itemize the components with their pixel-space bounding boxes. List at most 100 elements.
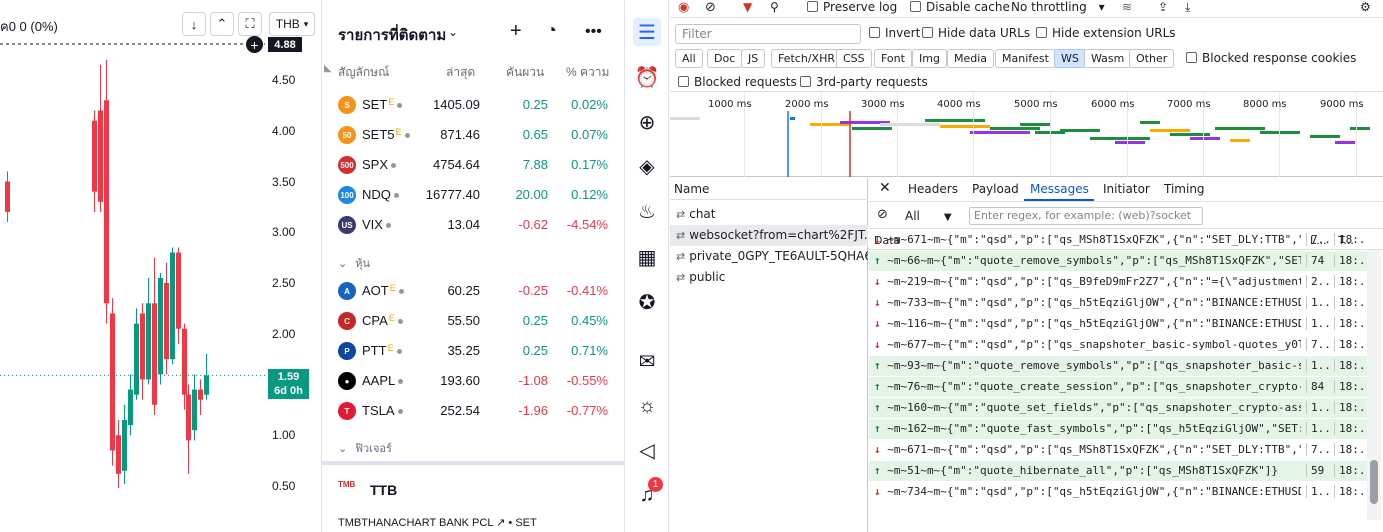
lightbulb-icon[interactable]: ✪ <box>633 288 661 316</box>
fullscreen-icon[interactable]: ⛶ <box>238 12 262 36</box>
col-symbol[interactable]: สัญลักษณ์ <box>338 63 389 82</box>
type-filter-img[interactable]: Img <box>912 49 947 68</box>
clear-icon[interactable]: ⊘ <box>705 0 716 15</box>
message-type-select[interactable]: All ▼ <box>905 209 952 223</box>
section-stocks[interactable]: ⌄ หุ้น <box>338 254 370 272</box>
request-row[interactable]: ⇄ chat <box>670 204 868 225</box>
name-header[interactable]: Name <box>670 178 868 200</box>
watchlist-row[interactable]: T TSLA 252.54 -1.96 -0.77% <box>322 396 624 426</box>
scrollbar-thumb[interactable] <box>1370 460 1378 504</box>
chat-icon[interactable]: ✉ <box>633 347 661 375</box>
currency-select[interactable]: THB ▾ <box>269 12 315 36</box>
watchlist-row[interactable]: C CPAE 55.50 0.25 0.45% <box>322 306 624 336</box>
fire-icon[interactable]: ♨ <box>633 197 661 225</box>
message-row[interactable]: ↓ ~m~733~m~{"m":"qsd","p":["qs_h5tEqziGl… <box>869 293 1367 314</box>
regex-filter-input[interactable]: Enter regex, for example: (web)?socket <box>969 207 1203 225</box>
message-row[interactable]: ↑ ~m~160~m~{"m":"quote_set_fields","p":[… <box>869 398 1367 419</box>
pie-chart-icon[interactable]: ◔ <box>546 20 557 41</box>
add-list-icon[interactable]: ⊕ <box>633 108 661 136</box>
message-row[interactable]: ↓ ~m~116~m~{"m":"qsd","p":["qs_h5tEqziGl… <box>869 314 1367 335</box>
chevron-down-icon[interactable]: ⌄ <box>448 25 458 39</box>
hide-ext-urls-checkbox[interactable]: Hide extension URLs <box>1036 26 1176 40</box>
search-icon[interactable]: ⚲ <box>770 0 779 14</box>
tab-headers[interactable]: Headers <box>908 182 958 196</box>
message-row[interactable]: ↓ ~m~677~m~{"m":"qsd","p":["qs_snapshote… <box>869 335 1367 356</box>
request-row[interactable]: ⇄ public <box>670 267 868 288</box>
watchlist-row[interactable]: 100 NDQ 16777.40 20.00 0.12% <box>322 180 624 210</box>
message-row[interactable]: ↓ ~m~219~m~{"m":"qsd","p":["qs_B9feD9mFr… <box>869 272 1367 293</box>
layers-icon[interactable]: ◈ <box>633 152 661 180</box>
tab-timing[interactable]: Timing <box>1164 182 1205 196</box>
message-row[interactable]: ↓ ~m~734~m~{"m":"qsd","p":["qs_h5tEqziGl… <box>869 482 1367 503</box>
blocked-requests-checkbox[interactable]: Blocked requests <box>678 75 797 89</box>
watchlist-row[interactable]: US VIX 13.04 -0.62 -4.54% <box>322 210 624 240</box>
request-row[interactable]: ⇄ private_0GPY_TE6AULT-5QHA6... <box>670 246 868 267</box>
disable-cache-checkbox[interactable]: Disable cache <box>910 0 1010 14</box>
import-icon[interactable]: ⇪ <box>1158 0 1168 14</box>
alarm-clock-icon[interactable]: ⏰ <box>633 63 661 91</box>
type-filter-ws[interactable]: WS <box>1054 49 1086 68</box>
chart-pane[interactable]: ค0 0 (0%) ↓ ⌃ ⛶ THB ▾ + 4.88 4.50 4.00 3.5… <box>0 0 320 532</box>
third-party-checkbox[interactable]: 3rd-party requests <box>800 75 928 89</box>
watchlist-row[interactable]: P PTTE 35.25 0.25 0.71% <box>322 336 624 366</box>
settings-gear-icon[interactable]: ⚙ <box>1360 0 1371 14</box>
type-filter-font[interactable]: Font <box>874 49 912 68</box>
network-conditions-icon[interactable]: ≋ <box>1122 0 1132 14</box>
message-row[interactable]: ↑ ~m~162~m~{"m":"quote_fast_symbols","p"… <box>869 419 1367 440</box>
message-row[interactable]: ↓ ~m~671~m~{"m":"qsd","p":["qs_MSh8T1SxQ… <box>869 440 1367 461</box>
speaker-icon[interactable]: ◁ <box>633 436 661 464</box>
calendar-icon[interactable]: ▦ <box>633 243 661 271</box>
tab-payload[interactable]: Payload <box>972 182 1019 196</box>
watchlist-icon[interactable]: ☰ <box>633 18 661 46</box>
type-filter-wasm[interactable]: Wasm <box>1084 49 1132 68</box>
type-filter-js[interactable]: JS <box>741 49 766 68</box>
filter-input[interactable]: Filter <box>675 24 861 44</box>
clear-messages-icon[interactable]: ⊘ <box>877 207 888 222</box>
tab-initiator[interactable]: Initiator <box>1103 182 1150 196</box>
symbol-name[interactable]: TTB <box>370 482 397 498</box>
message-row[interactable]: ↑ ~m~51~m~{"m":"quote_hibernate_all","p"… <box>869 461 1367 482</box>
request-row[interactable]: ⇄ websocket?from=chart%2FJT... <box>670 225 868 246</box>
watchlist-row[interactable]: 50 SET5E 871.46 0.65 0.07% <box>322 120 624 150</box>
timeline-overview[interactable]: 1000 ms 2000 ms 3000 ms 4000 ms 5000 ms 6000 … <box>670 93 1383 177</box>
throttling-select[interactable]: No throttling ▾ <box>1011 0 1105 14</box>
close-icon[interactable]: ✕ <box>879 180 891 196</box>
type-filter-css[interactable]: CSS <box>836 49 872 68</box>
watchlist-row[interactable]: A AOTE 60.25 -0.25 -0.41% <box>322 276 624 306</box>
record-icon[interactable]: ◉ <box>678 0 689 15</box>
add-alert-plus-icon[interactable]: + <box>246 36 263 53</box>
watchlist-row[interactable]: S SETE 1405.09 0.25 0.02% <box>322 90 624 120</box>
hide-data-urls-checkbox[interactable]: Hide data URLs <box>922 26 1030 40</box>
tab-messages[interactable]: Messages <box>1030 182 1089 196</box>
type-filter-fetchxhr[interactable]: Fetch/XHR <box>771 49 842 68</box>
watchlist-title[interactable]: รายการที่ติดตาม <box>338 23 446 47</box>
add-symbol-icon[interactable]: + <box>510 20 522 43</box>
preserve-log-checkbox[interactable]: Preserve log <box>807 0 897 14</box>
type-filter-doc[interactable]: Doc <box>707 49 743 68</box>
col-change[interactable]: คันผวน <box>506 63 544 82</box>
watchlist-row[interactable]: 500 SPX 4754.64 7.88 0.17% <box>322 150 624 180</box>
message-row[interactable]: ↑ ~m~93~m~{"m":"quote_remove_symbols","p… <box>869 356 1367 377</box>
collapse-icon[interactable]: ⌃ <box>210 12 234 36</box>
messages-scrollbar[interactable] <box>1367 250 1381 520</box>
pane-divider[interactable] <box>322 461 624 465</box>
arrow-down-icon[interactable]: ↓ <box>182 12 206 36</box>
invert-checkbox[interactable]: Invert <box>869 26 920 40</box>
type-filter-media[interactable]: Media <box>947 49 995 68</box>
more-options-icon[interactable]: ••• <box>585 23 602 41</box>
message-row[interactable]: ↑ ~m~76~m~{"m":"quote_create_session","p… <box>869 377 1367 398</box>
export-icon[interactable]: ⤓ <box>1185 0 1190 15</box>
section-futures[interactable]: ⌄ ฟิวเจอร์ <box>338 439 392 457</box>
col-pct[interactable]: % ความ <box>566 63 609 82</box>
message-row[interactable]: ↑ ~m~66~m~{"m":"quote_remove_symbols","p… <box>869 251 1367 272</box>
type-filter-manifest[interactable]: Manifest <box>995 49 1056 68</box>
blocked-cookies-checkbox[interactable]: Blocked response cookies <box>1186 51 1356 65</box>
type-filter-other[interactable]: Other <box>1129 49 1175 68</box>
watchlist-row[interactable]: ● AAPL 193.60 -1.08 -0.55% <box>322 366 624 396</box>
col-last[interactable]: ล่าสุด <box>446 63 475 82</box>
filter-funnel-icon[interactable]: ▼ <box>743 0 752 14</box>
broadcast-idea-icon[interactable]: ☼ <box>633 392 661 420</box>
external-link-icon[interactable]: ↗ <box>496 517 505 529</box>
type-filter-all[interactable]: All <box>675 49 703 68</box>
message-row[interactable]: ↓ ~m~671~m~{"m":"qsd","p":["qs_MSh8T1SxQ… <box>869 230 1367 251</box>
